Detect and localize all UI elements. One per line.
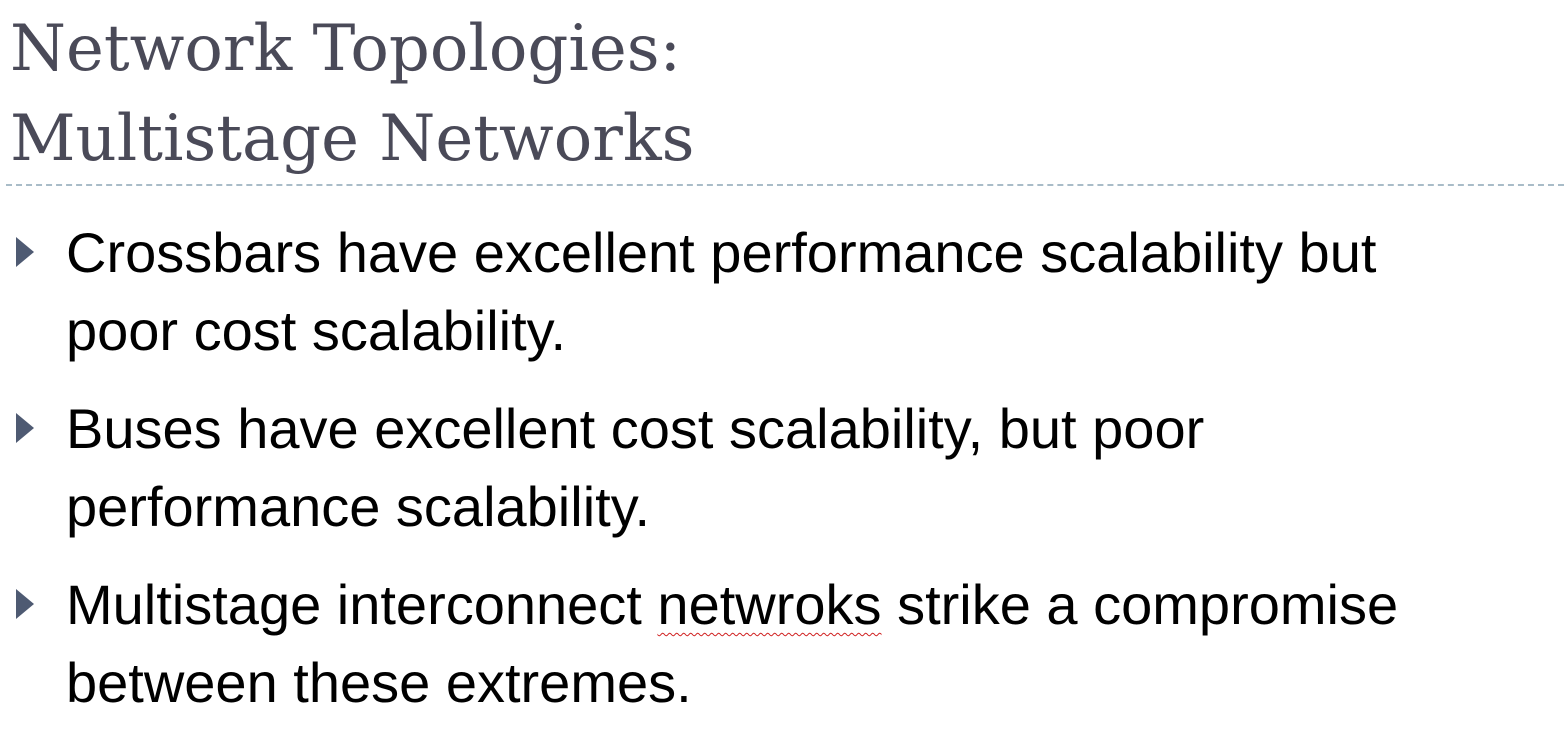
bullet-line: between these extremes. [66, 651, 692, 714]
title-line-2: Multistage Networks [10, 102, 695, 176]
slide: Network Topologies: Multistage Networks … [0, 0, 1564, 732]
bullet-item-multistage: Multistage interconnect netwroks strike … [0, 566, 1564, 722]
bullet-item-buses: Buses have excellent cost scalability, b… [0, 390, 1564, 546]
triangle-right-icon [16, 589, 34, 619]
bullet-line: performance scalability. [66, 475, 651, 538]
bullet-text: Buses have excellent cost scalability, b… [66, 390, 1554, 546]
bullet-line: Buses have excellent cost scalability, b… [66, 397, 1205, 460]
triangle-right-icon [16, 237, 34, 267]
bullet-line: Crossbars have excellent performance sca… [66, 221, 1377, 284]
title-divider [6, 184, 1564, 186]
bullet-text: Crossbars have excellent performance sca… [66, 214, 1554, 370]
misspelled-word[interactable]: netwroks [657, 573, 881, 636]
slide-title: Network Topologies: Multistage Networks [10, 4, 694, 184]
title-line-1: Network Topologies: [10, 12, 682, 86]
bullet-line: poor cost scalability. [66, 299, 567, 362]
bullet-list: Crossbars have excellent performance sca… [0, 214, 1564, 732]
bullet-item-crossbars: Crossbars have excellent performance sca… [0, 214, 1564, 370]
bullet-text: Multistage interconnect netwroks strike … [66, 566, 1554, 722]
text-segment: strike a compromise [881, 573, 1399, 636]
text-segment: Multistage interconnect [66, 573, 658, 636]
triangle-right-icon [16, 413, 34, 443]
bullet-line: Multistage interconnect netwroks strike … [66, 566, 1554, 644]
